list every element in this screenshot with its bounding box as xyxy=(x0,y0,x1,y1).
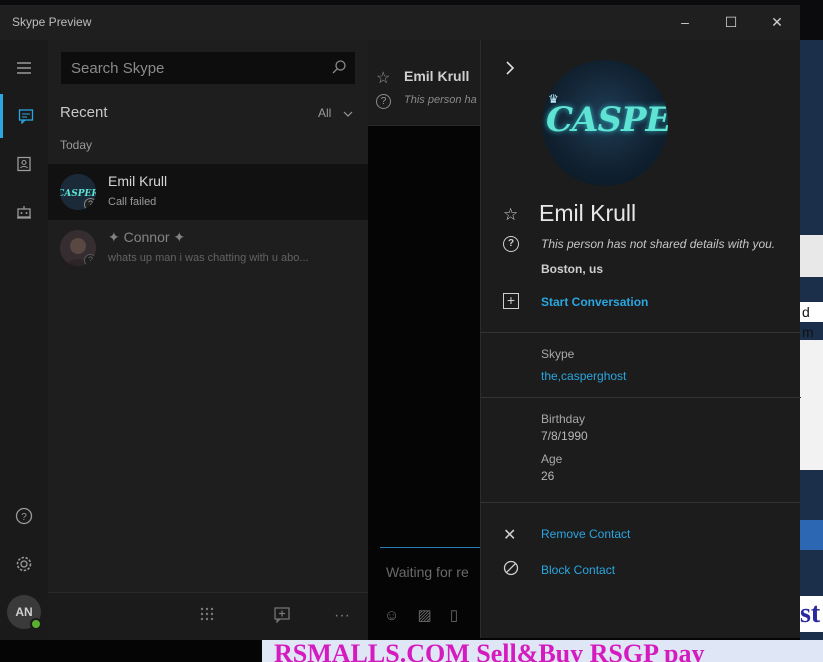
background-corner: st xyxy=(800,596,823,632)
conversation-name: Emil Krull xyxy=(108,173,168,189)
filter-value: All xyxy=(318,106,332,120)
start-conversation-link[interactable]: Start Conversation xyxy=(541,295,648,309)
divider xyxy=(481,397,801,398)
window-title: Skype Preview xyxy=(12,15,92,29)
contact-avatar: CASPER ? xyxy=(60,174,96,210)
emoji-icon[interactable]: ☺ xyxy=(384,607,399,624)
unknown-status-icon: ? xyxy=(376,94,391,109)
remove-contact-link[interactable]: Remove Contact xyxy=(541,527,630,541)
filter-dropdown[interactable]: All xyxy=(318,106,353,120)
profile-avatar: ♛ CASPER xyxy=(542,60,668,186)
chevron-right-icon[interactable] xyxy=(505,60,515,81)
settings-icon[interactable] xyxy=(0,542,48,586)
start-conversation-icon[interactable]: + xyxy=(503,293,519,309)
svg-text:?: ? xyxy=(21,512,27,523)
info-question-icon: ? xyxy=(503,236,519,252)
user-avatar[interactable]: AN xyxy=(7,595,42,630)
presence-indicator xyxy=(30,618,42,630)
avatar-logo-text: CASPER xyxy=(546,100,668,140)
contact-avatar: ? xyxy=(60,230,96,266)
conversation-item-emil[interactable]: CASPER ? Emil Krull Call failed xyxy=(48,164,368,220)
contact-profile-panel: ♛ CASPER ☆ Emil Krull ? This person has … xyxy=(480,40,801,638)
dialpad-icon[interactable] xyxy=(200,607,214,628)
title-bar: Skype Preview – ☐ ✕ xyxy=(0,5,800,40)
new-chat-icon[interactable] xyxy=(274,607,290,628)
conversation-list-pane: Recent All Today CASPER ? Emil Krull Cal… xyxy=(48,40,368,640)
close-button[interactable]: ✕ xyxy=(754,5,800,40)
divider xyxy=(481,502,801,503)
image-icon[interactable]: ▨ xyxy=(418,607,432,624)
conversation-item-connor[interactable]: ? ✦ Connor ✦ whats up man i was chatting… xyxy=(48,220,368,276)
maximize-button[interactable]: ☐ xyxy=(708,5,754,40)
remove-icon[interactable]: ✕ xyxy=(503,525,516,545)
block-contact-link[interactable]: Block Contact xyxy=(541,563,615,577)
search-box[interactable] xyxy=(61,52,355,84)
age-value: 26 xyxy=(541,469,555,483)
favorite-star-icon[interactable]: ☆ xyxy=(503,205,518,225)
profile-location: Boston, us xyxy=(541,262,603,276)
help-icon[interactable]: ? xyxy=(0,494,48,538)
skype-label: Skype xyxy=(541,347,575,361)
conversation-preview: Call failed xyxy=(108,196,157,208)
chat-icon[interactable] xyxy=(0,94,48,138)
search-icon[interactable] xyxy=(331,59,347,80)
minimize-button[interactable]: – xyxy=(662,5,708,40)
search-input[interactable] xyxy=(61,52,321,84)
background-banner: RSMALLS.COM Sell&Buy RSGP pay xyxy=(262,640,823,662)
favorite-star-icon[interactable]: ☆ xyxy=(376,68,390,88)
user-initials: AN xyxy=(15,605,33,619)
recent-heading: Recent xyxy=(60,104,108,121)
nav-rail: ? AN xyxy=(0,40,48,640)
background-text: d m xyxy=(800,302,823,340)
taskbar-strip xyxy=(0,640,262,662)
birthday-value: 7/8/1990 xyxy=(541,429,588,443)
more-options-icon[interactable]: ··· xyxy=(334,607,350,625)
block-icon[interactable] xyxy=(503,560,519,581)
unknown-status-icon: ? xyxy=(84,198,96,210)
skype-id[interactable]: the,casperghost xyxy=(541,369,626,383)
compose-toolbar: ☺ ▨ ▯ xyxy=(384,606,472,624)
bot-icon[interactable] xyxy=(0,190,48,234)
list-toolbar: ··· xyxy=(48,592,368,640)
message-input[interactable]: Waiting for re xyxy=(386,564,469,580)
birthday-label: Birthday xyxy=(541,412,586,426)
contacts-icon[interactable] xyxy=(0,142,48,186)
privacy-note: This person has not shared details with … xyxy=(541,237,776,251)
unknown-status-icon: ? xyxy=(84,254,96,266)
hamburger-icon[interactable] xyxy=(0,46,48,90)
background-window-strip: d m xyxy=(800,40,823,640)
age-label: Age xyxy=(541,452,563,466)
conversation-preview: whats up man i was chatting with u abo..… xyxy=(108,252,309,264)
date-group-label: Today xyxy=(60,138,93,152)
chat-contact-status: This person ha xyxy=(404,94,477,106)
divider xyxy=(481,332,801,333)
conversation-name: ✦ Connor ✦ xyxy=(108,229,186,245)
chevron-down-icon xyxy=(343,106,353,120)
profile-name: Emil Krull xyxy=(539,200,637,226)
banner-text: RSMALLS.COM Sell&Buy RSGP pay xyxy=(274,640,705,662)
chat-contact-name[interactable]: Emil Krull xyxy=(404,68,469,84)
file-icon[interactable]: ▯ xyxy=(450,607,458,624)
